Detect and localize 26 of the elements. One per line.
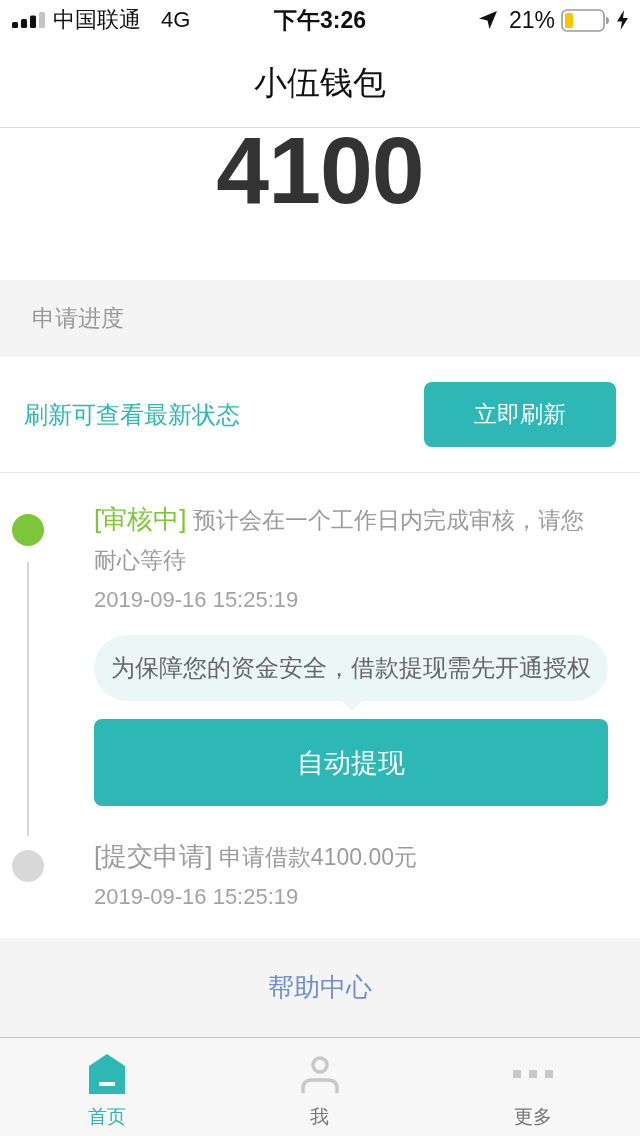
notice-bubble: 为保障您的资金安全，借款提现需先开通授权 [94, 635, 608, 711]
step-time: 2019-09-16 15:25:19 [94, 586, 299, 614]
carrier-name: 中国联通 [53, 6, 141, 34]
tab-item[interactable]: 更多 [478, 1038, 589, 1136]
network-type: 4G [161, 7, 191, 33]
location-arrow-icon [478, 11, 497, 29]
refresh-hint: 刷新可查看最新状态 [24, 400, 240, 430]
tab-item[interactable]: 首页 [51, 1038, 162, 1136]
auto-withdraw-button[interactable]: 自动提现 [94, 719, 608, 806]
section-header: 申请进度 [0, 280, 640, 357]
step-text: [提交申请] 申请借款4100.00元 [94, 840, 418, 873]
house-icon [88, 1054, 125, 1094]
status-time: 下午3:26 [273, 6, 366, 33]
page-title: 小伍钱包 [254, 63, 386, 103]
person-icon [301, 1056, 339, 1094]
step-text: [审核中] 预计会在一个工作日内完成审核，请您耐心等待 [94, 503, 585, 575]
battery-percent: 21% [508, 6, 555, 34]
loan-amount: 4100 [216, 128, 424, 212]
tab-item[interactable]: 我 [265, 1038, 375, 1136]
refresh-button[interactable]: 立即刷新 [424, 382, 616, 447]
signal-icon [12, 12, 46, 28]
step-time: 2019-09-16 15:25:19 [94, 883, 299, 911]
help-center-link[interactable]: 帮助中心 [268, 970, 372, 1005]
charging-bolt-icon [617, 10, 628, 30]
more-dots-icon [513, 1070, 554, 1078]
battery-icon [561, 8, 609, 32]
